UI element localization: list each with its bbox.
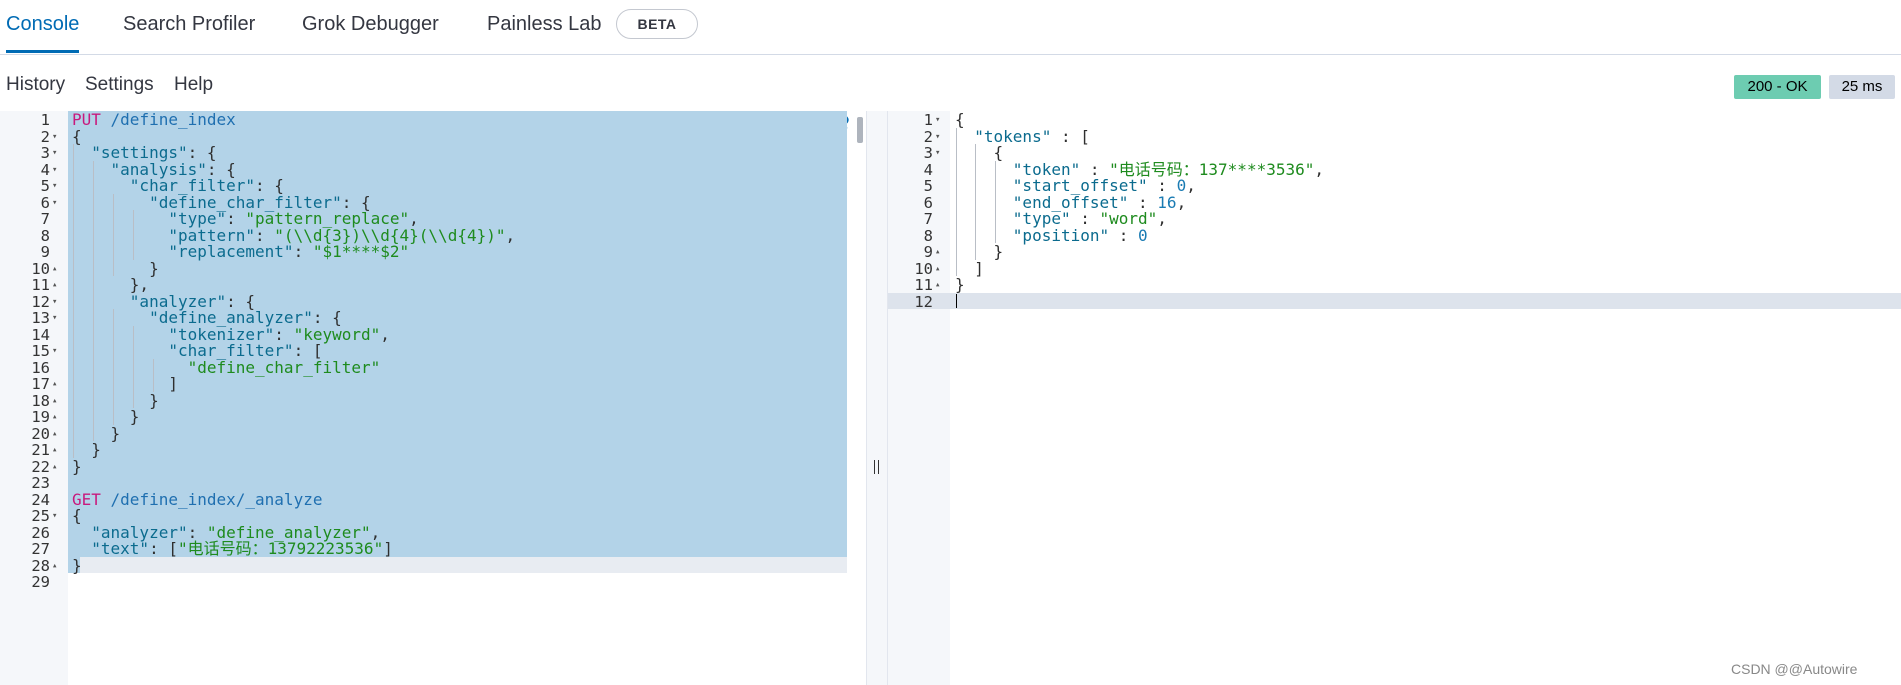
fold-collapse-icon[interactable]: ▾ <box>52 308 57 328</box>
request-editor[interactable]: 1 PUT /define_index 2 ▾{3 ▾ "settings": {4 ▾ … <box>0 111 866 685</box>
fold-expand-icon[interactable]: ▴ <box>52 556 57 576</box>
code-line: PUT /define_index <box>72 111 236 130</box>
response-editor[interactable]: 1 ▾{2 ▾ "tokens" : [3 ▾ {4 "token" : "电话号码：… <box>888 111 1901 685</box>
code-token: 0 <box>1138 225 1148 245</box>
code-line: } <box>955 275 965 295</box>
code-token: , <box>1176 192 1187 212</box>
code-token: : <box>1109 225 1139 245</box>
code-token: : [ <box>1051 126 1090 146</box>
code-token: } <box>955 275 965 294</box>
fold-expand-icon[interactable]: ▴ <box>935 275 940 295</box>
fold-collapse-icon[interactable]: ▾ <box>52 193 57 213</box>
code-token: , <box>1157 209 1167 228</box>
fold-collapse-icon[interactable]: ▾ <box>935 143 940 163</box>
fold-collapse-icon[interactable]: ▾ <box>52 341 57 361</box>
code-token: : [ <box>149 539 178 558</box>
menu-history[interactable]: History <box>6 74 65 96</box>
code-line: } <box>72 556 82 576</box>
active-line-highlight <box>888 292 1901 309</box>
code-token: ] <box>383 539 393 558</box>
editor-divider <box>866 111 888 685</box>
line-number: 12 <box>914 292 933 311</box>
code-token: , <box>1314 159 1325 179</box>
resize-handle-icon[interactable] <box>873 460 881 476</box>
menu-settings[interactable]: Settings <box>85 74 154 96</box>
code-line: } <box>72 457 82 477</box>
code-line: "text": ["电话号码：13792223536"] <box>72 539 393 559</box>
line-number: 29 <box>31 573 50 591</box>
text-cursor <box>956 293 957 308</box>
code-token: , <box>1186 176 1196 195</box>
menu-help[interactable]: Help <box>174 74 213 96</box>
request-scrollbar-thumb[interactable] <box>857 117 863 143</box>
tab-console[interactable]: Console <box>6 0 80 53</box>
code-token: "电话号码：13792223536" <box>177 539 384 558</box>
code-token: } <box>72 555 82 575</box>
code-token: , <box>505 225 516 245</box>
console-menu-bar: History Settings Help <box>0 54 1901 111</box>
tab-painless-lab[interactable]: Painless Lab <box>487 0 602 50</box>
code-line: GET /define_index/_analyze <box>72 490 322 510</box>
code-token: , <box>380 324 390 344</box>
status-badge: 200 - OK <box>1734 75 1821 99</box>
fold-expand-icon[interactable]: ▴ <box>52 457 57 477</box>
top-tab-bar: Console Search Profiler Grok Debugger Pa… <box>0 0 1901 55</box>
code-token: "text" <box>72 539 150 558</box>
response-time-badge: 25 ms <box>1829 75 1895 99</box>
beta-badge: BETA <box>616 9 698 39</box>
tab-grok-debugger[interactable]: Grok Debugger <box>302 0 439 50</box>
code-token: } <box>72 456 82 476</box>
code-token: /define_index/_analyze <box>100 489 323 509</box>
fold-collapse-icon[interactable]: ▾ <box>52 506 57 526</box>
code-token: "$1****$2" <box>312 242 410 261</box>
watermark: CSDN @@Autowire <box>1731 661 1858 677</box>
code-token: : <box>293 242 313 261</box>
tab-search-profiler[interactable]: Search Profiler <box>123 0 255 50</box>
code-token: /define_index <box>100 111 236 129</box>
